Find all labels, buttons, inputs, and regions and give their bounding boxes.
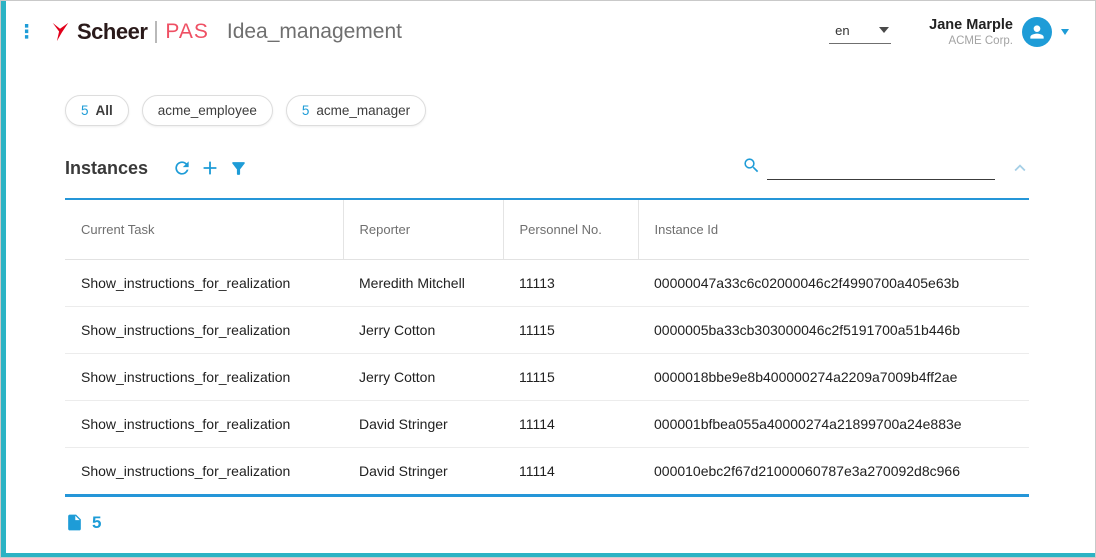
brand-logo: Scheer PAS (49, 19, 209, 45)
cell-instance-id: 000010ebc2f67d21000060787e3a270092d8c966 (638, 448, 1029, 495)
table-row[interactable]: Show_instructions_for_realizationDavid S… (65, 448, 1029, 495)
instances-table: Current Task Reporter Personnel No. Inst… (65, 198, 1029, 497)
chip-count-badge: 5 (81, 103, 89, 118)
avatar[interactable] (1022, 17, 1052, 47)
user-name: Jane Marple (929, 17, 1013, 33)
person-icon (1027, 22, 1047, 42)
cell-reporter: David Stringer (343, 401, 503, 448)
cell-personnel-no: 11115 (503, 354, 638, 401)
cell-instance-id: 0000005ba33cb303000046c2f5191700a51b446b (638, 307, 1029, 354)
caret-down-icon (879, 27, 889, 33)
column-header-current-task[interactable]: Current Task (65, 200, 343, 260)
cell-current-task: Show_instructions_for_realization (65, 448, 343, 495)
result-count-row: 5 (65, 512, 1031, 533)
left-accent-edge (1, 1, 6, 557)
instances-toolbar: Instances (65, 152, 1031, 184)
table-row[interactable]: Show_instructions_for_realizationJerry C… (65, 354, 1029, 401)
result-count: 5 (92, 513, 101, 533)
user-names: Jane Marple ACME Corp. (929, 17, 1013, 47)
cell-current-task: Show_instructions_for_realization (65, 401, 343, 448)
brand-pas-text: PAS (165, 20, 208, 44)
header-right: en Jane Marple ACME Corp. (829, 17, 1069, 47)
refresh-icon (172, 158, 192, 178)
search-input[interactable] (767, 157, 995, 180)
plus-icon (199, 157, 221, 179)
document-icon (65, 512, 84, 533)
refresh-button[interactable] (168, 154, 196, 182)
bottom-accent-edge (1, 553, 1095, 557)
cell-reporter: Jerry Cotton (343, 307, 503, 354)
scheer-logo-icon (49, 21, 71, 43)
filter-button[interactable] (224, 154, 252, 182)
chip-label: acme_manager (316, 103, 410, 118)
table-row[interactable]: Show_instructions_for_realizationMeredit… (65, 260, 1029, 307)
table-header-row: Current Task Reporter Personnel No. Inst… (65, 200, 1029, 260)
cell-personnel-no: 11115 (503, 307, 638, 354)
column-header-personnel-no[interactable]: Personnel No. (503, 200, 638, 260)
collapse-panel-button[interactable] (1009, 157, 1031, 179)
user-org: ACME Corp. (929, 35, 1013, 47)
brand-scheer-text: Scheer (77, 19, 147, 45)
app-window: ⋮ Scheer PAS Idea_management en Jane Mar… (0, 0, 1096, 558)
cell-instance-id: 00000047a33c6c02000046c2f4990700a405e63b (638, 260, 1029, 307)
cell-reporter: Meredith Mitchell (343, 260, 503, 307)
cell-current-task: Show_instructions_for_realization (65, 354, 343, 401)
table-row[interactable]: Show_instructions_for_realizationJerry C… (65, 307, 1029, 354)
language-value: en (835, 23, 849, 38)
cell-instance-id: 000001bfbea055a40000274a21899700a24e883e (638, 401, 1029, 448)
cell-personnel-no: 11114 (503, 401, 638, 448)
cell-reporter: Jerry Cotton (343, 354, 503, 401)
column-header-reporter[interactable]: Reporter (343, 200, 503, 260)
add-instance-button[interactable] (196, 154, 224, 182)
chevron-up-icon (1009, 157, 1031, 179)
cell-current-task: Show_instructions_for_realization (65, 260, 343, 307)
cell-personnel-no: 11114 (503, 448, 638, 495)
instances-table-body: Show_instructions_for_realizationMeredit… (65, 260, 1029, 495)
filter-chips: 5 All acme_employee 5 acme_manager (65, 95, 1095, 126)
filter-funnel-icon (229, 159, 248, 178)
chip-acme-manager[interactable]: 5 acme_manager (286, 95, 426, 126)
cell-personnel-no: 11113 (503, 260, 638, 307)
table-row[interactable]: Show_instructions_for_realizationDavid S… (65, 401, 1029, 448)
column-header-instance-id[interactable]: Instance Id (638, 200, 1029, 260)
page-title: Idea_management (227, 20, 402, 44)
chip-label: acme_employee (158, 103, 257, 118)
chip-all[interactable]: 5 All (65, 95, 129, 126)
section-title: Instances (65, 158, 148, 179)
language-select[interactable]: en (829, 21, 891, 44)
cell-reporter: David Stringer (343, 448, 503, 495)
cell-instance-id: 0000018bbe9e8b400000274a2209a7009b4ff2ae (638, 354, 1029, 401)
chip-acme-employee[interactable]: acme_employee (142, 95, 273, 126)
chip-label: All (96, 103, 113, 118)
kebab-menu-icon[interactable]: ⋮ (17, 23, 33, 42)
user-menu[interactable]: Jane Marple ACME Corp. (929, 17, 1069, 47)
chip-count-badge: 5 (302, 103, 310, 118)
user-caret-icon (1061, 29, 1069, 35)
brand-divider (155, 21, 157, 43)
search-icon (742, 156, 761, 180)
cell-current-task: Show_instructions_for_realization (65, 307, 343, 354)
header: ⋮ Scheer PAS Idea_management en Jane Mar… (1, 1, 1095, 63)
search-group (742, 156, 995, 180)
